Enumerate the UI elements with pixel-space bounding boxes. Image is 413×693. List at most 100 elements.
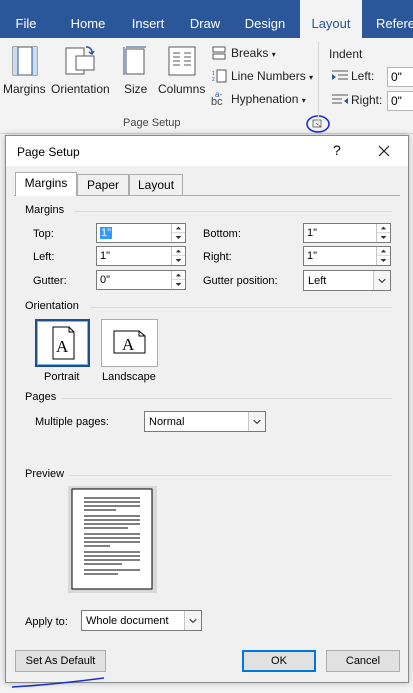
margins-button[interactable]: Margins	[3, 82, 46, 96]
apply-to-label: Apply to:	[25, 616, 68, 628]
spinner-arrows[interactable]	[171, 224, 185, 242]
gutter-value[interactable]: 0"	[100, 274, 110, 286]
margins-icon[interactable]	[12, 46, 38, 76]
tab-file[interactable]: File	[0, 0, 52, 38]
group-separator	[318, 42, 319, 126]
spin-up-icon[interactable]	[172, 271, 185, 280]
top-margin-value[interactable]: 1"	[100, 227, 113, 239]
underline-annotation	[11, 677, 105, 688]
right-label: Right:	[203, 251, 232, 263]
help-button[interactable]: ?	[333, 142, 341, 158]
gutter-label: Gutter:	[33, 275, 67, 287]
indent-right-label: Right:	[351, 93, 383, 107]
preview-page-icon	[68, 486, 157, 593]
tab-layout[interactable]: Layout	[300, 0, 362, 38]
ok-button[interactable]: OK	[242, 650, 316, 672]
spin-down-icon[interactable]	[172, 233, 185, 242]
chevron-down-icon: ▾	[271, 50, 276, 59]
svg-text:a-: a-	[215, 91, 222, 99]
line-numbers-icon: 1 2	[212, 69, 227, 83]
section-divider	[70, 475, 392, 476]
section-divider	[62, 398, 392, 399]
chevron-down-icon: ▾	[309, 73, 314, 82]
spin-up-icon[interactable]	[172, 224, 185, 233]
gutter-position-value: Left	[308, 275, 327, 287]
svg-text:A: A	[122, 335, 135, 354]
size-button[interactable]: Size	[124, 82, 147, 96]
right-margin-value[interactable]: 1"	[307, 250, 317, 262]
dialog-launcher-icon[interactable]	[304, 113, 334, 135]
spinner-arrows[interactable]	[376, 247, 390, 265]
ribbon-tab-bar: File Home Insert Draw Design Layout Refe…	[0, 0, 413, 38]
margins-section-title: Margins	[25, 204, 65, 216]
section-divider	[74, 211, 392, 212]
tab-draw[interactable]: Draw	[180, 0, 230, 38]
svg-text:A: A	[56, 337, 69, 356]
hyphenation-button[interactable]: Hyphenation ▾	[231, 92, 306, 106]
bottom-margin-spinner[interactable]: 1"	[303, 223, 391, 243]
spinner-arrows[interactable]	[376, 224, 390, 242]
close-icon[interactable]	[373, 140, 395, 162]
bottom-margin-value[interactable]: 1"	[307, 227, 317, 239]
gutter-position-select[interactable]: Left	[303, 270, 391, 291]
multiple-pages-label: Multiple pages:	[35, 416, 109, 428]
top-margin-spinner[interactable]: 1"	[96, 223, 186, 243]
landscape-option[interactable]: A	[101, 319, 158, 367]
left-margin-value[interactable]: 1"	[100, 250, 110, 262]
cancel-button[interactable]: Cancel	[326, 650, 400, 672]
spin-down-icon[interactable]	[172, 280, 185, 289]
set-as-default-button[interactable]: Set As Default	[15, 650, 106, 672]
spinner-arrows[interactable]	[171, 247, 185, 265]
tab-margins[interactable]: Margins	[15, 172, 77, 196]
tab-insert[interactable]: Insert	[120, 0, 176, 38]
page-setup-group-label: Page Setup	[123, 117, 181, 129]
spin-up-icon[interactable]	[377, 224, 390, 233]
apply-to-select[interactable]: Whole document	[81, 610, 202, 631]
pages-section-title: Pages	[25, 391, 57, 403]
breaks-icon	[212, 46, 226, 60]
chevron-down-icon[interactable]	[184, 611, 201, 630]
chevron-down-icon[interactable]	[373, 271, 390, 290]
tab-design[interactable]: Design	[236, 0, 294, 38]
section-divider	[90, 307, 392, 308]
spin-up-icon[interactable]	[172, 247, 185, 256]
indent-left-input[interactable]: 0"	[387, 67, 413, 87]
spin-down-icon[interactable]	[172, 256, 185, 265]
orientation-icon[interactable]	[64, 44, 96, 76]
svg-text:2: 2	[212, 77, 215, 83]
landscape-label[interactable]: Landscape	[102, 371, 156, 383]
spin-up-icon[interactable]	[377, 247, 390, 256]
spin-down-icon[interactable]	[377, 256, 390, 265]
columns-icon[interactable]	[168, 46, 196, 76]
size-icon[interactable]	[123, 46, 147, 76]
tab-references[interactable]: Referen	[366, 0, 413, 38]
landscape-page-icon: A	[113, 330, 146, 354]
right-margin-spinner[interactable]: 1"	[303, 246, 391, 266]
preview-section-title: Preview	[25, 468, 65, 480]
columns-button[interactable]: Columns	[158, 82, 205, 96]
tab-home[interactable]: Home	[58, 0, 118, 38]
tab-layout-dialog[interactable]: Layout	[129, 174, 183, 195]
chevron-down-icon: ▾	[301, 96, 306, 105]
gutter-spinner[interactable]: 0"	[96, 270, 186, 290]
top-label: Top:	[33, 228, 54, 240]
orientation-section-title: Orientation	[25, 300, 79, 312]
indent-right-input[interactable]: 0"	[387, 91, 413, 111]
gutter-position-label: Gutter position:	[203, 275, 278, 287]
portrait-option[interactable]: A	[35, 319, 90, 367]
multiple-pages-select[interactable]: Normal	[144, 411, 266, 432]
breaks-button[interactable]: Breaks ▾	[231, 46, 276, 60]
indent-group-title: Indent	[329, 47, 363, 61]
left-margin-spinner[interactable]: 1"	[96, 246, 186, 266]
chevron-down-icon[interactable]	[248, 412, 265, 431]
portrait-page-icon: A	[52, 326, 75, 360]
tab-paper[interactable]: Paper	[77, 174, 129, 195]
spinner-arrows[interactable]	[171, 271, 185, 289]
spin-down-icon[interactable]	[377, 233, 390, 242]
portrait-label[interactable]: Portrait	[44, 371, 79, 383]
hyphenation-icon: bc a-	[211, 91, 223, 107]
indent-right-icon	[332, 94, 348, 104]
line-numbers-button[interactable]: Line Numbers ▾	[231, 69, 313, 83]
page-setup-dialog: Page Setup ? Margins Paper Layout Margin…	[5, 135, 409, 683]
orientation-button[interactable]: Orientation	[51, 82, 110, 96]
